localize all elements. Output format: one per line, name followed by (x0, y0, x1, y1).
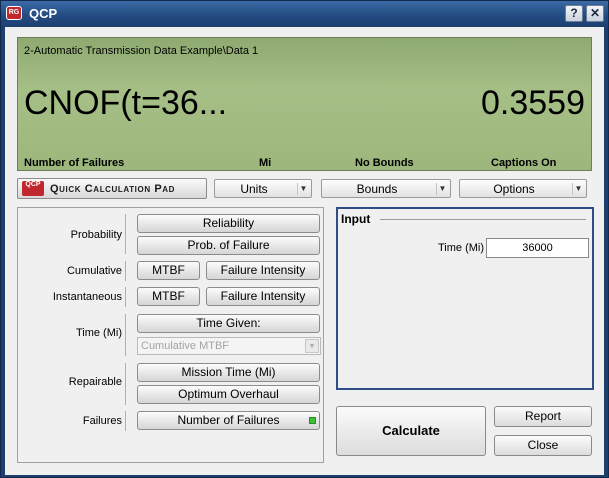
input-title: Input (341, 212, 371, 226)
separator (125, 314, 126, 356)
mission-time-button[interactable]: Mission Time (Mi) (137, 363, 320, 382)
time-given-button[interactable]: Time Given: (137, 314, 320, 333)
time-label: Time (Mi) (75, 327, 122, 339)
window-title: QCP (29, 6, 58, 21)
cumulative-mtbf-button[interactable]: MTBF (137, 261, 200, 280)
app-icon: RG (6, 6, 22, 20)
separator (125, 214, 126, 254)
close-button[interactable]: Close (494, 435, 592, 456)
input-panel: Input Time (Mi) 36000 (336, 207, 594, 390)
close-window-button[interactable]: ✕ (586, 5, 604, 22)
instantaneous-label: Instantaneous (52, 291, 122, 303)
options-dropdown[interactable]: Options ▼ (459, 179, 587, 198)
time-input[interactable]: 36000 (486, 238, 589, 258)
chevron-down-icon: ▼ (572, 183, 584, 195)
caption-captions: Captions On (491, 157, 557, 169)
number-of-failures-button[interactable]: Number of Failures (137, 411, 320, 430)
units-label: Units (240, 182, 268, 196)
chevron-down-icon: ▼ (305, 339, 319, 353)
time-input-label: Time (Mi) (438, 242, 485, 254)
instantaneous-failure-intensity-button[interactable]: Failure Intensity (206, 287, 320, 306)
caption-units: Mi (259, 157, 272, 169)
number-of-failures-label: Number of Failures (177, 413, 280, 427)
calculate-button[interactable]: Calculate (336, 406, 486, 456)
data-path: 2-Automatic Transmission Data Example\Da… (24, 45, 259, 57)
repairable-label: Repairable (68, 376, 122, 388)
cumulative-failure-intensity-button[interactable]: Failure Intensity (206, 261, 320, 280)
units-dropdown[interactable]: Units ▼ (214, 179, 312, 198)
separator (125, 287, 126, 307)
divider (380, 219, 586, 220)
result-display: 2-Automatic Transmission Data Example\Da… (17, 37, 592, 171)
result-value: 0.3559 (481, 84, 585, 122)
selected-indicator-icon (309, 417, 316, 424)
separator (125, 411, 126, 431)
options-label: Options (493, 182, 535, 196)
calculation-options-panel: Probability Reliability Prob. of Failure… (17, 207, 324, 463)
chevron-down-icon: ▼ (297, 183, 309, 195)
caption-metric: Number of Failures (24, 157, 125, 169)
quick-calculation-pad-button[interactable]: QCP Quick Calculation Pad (17, 178, 207, 199)
help-button[interactable]: ? (565, 5, 583, 22)
title-bar[interactable]: RG QCP ? ✕ (1, 1, 608, 27)
qcp-window: RG QCP ? ✕ 2-Automatic Transmission Data… (0, 0, 609, 478)
optimum-overhaul-button[interactable]: Optimum Overhaul (137, 385, 320, 404)
function-readout: CNOF(t=36... (24, 84, 228, 122)
bounds-dropdown[interactable]: Bounds ▼ (321, 179, 451, 198)
failures-label: Failures (82, 415, 122, 427)
qcp-logo-icon: QCP (22, 181, 44, 196)
chevron-down-icon: ▼ (436, 183, 448, 195)
prob-of-failure-button[interactable]: Prob. of Failure (137, 236, 320, 255)
quick-calculation-pad-label: Quick Calculation Pad (50, 183, 176, 195)
probability-label: Probability (70, 229, 122, 241)
time-given-select-value: Cumulative MTBF (141, 340, 230, 352)
bounds-label: Bounds (356, 182, 398, 196)
caption-bounds: No Bounds (355, 157, 414, 169)
reliability-button[interactable]: Reliability (137, 214, 320, 233)
separator (125, 363, 126, 405)
time-given-select: Cumulative MTBF ▼ (137, 337, 321, 355)
client-area: 2-Automatic Transmission Data Example\Da… (5, 27, 604, 475)
instantaneous-mtbf-button[interactable]: MTBF (137, 287, 200, 306)
report-button[interactable]: Report (494, 406, 592, 427)
separator (125, 261, 126, 281)
cumulative-label: Cumulative (66, 265, 122, 277)
